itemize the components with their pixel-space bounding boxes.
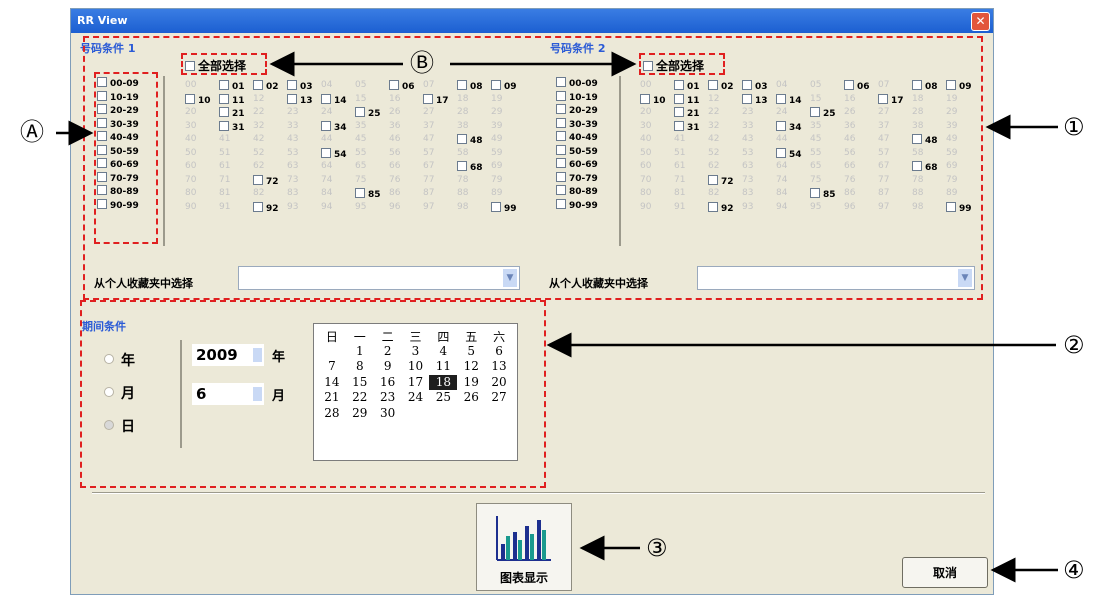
annotation-4: ④ [1063,556,1085,584]
annotation-1: ① [1063,113,1085,141]
annotation-arrows [56,51,1058,583]
annotation-A: Ⓐ [20,118,44,146]
annotation-2: ② [1063,331,1085,359]
annotation-3: ③ [646,534,668,562]
annotation-B: Ⓑ [410,49,434,77]
